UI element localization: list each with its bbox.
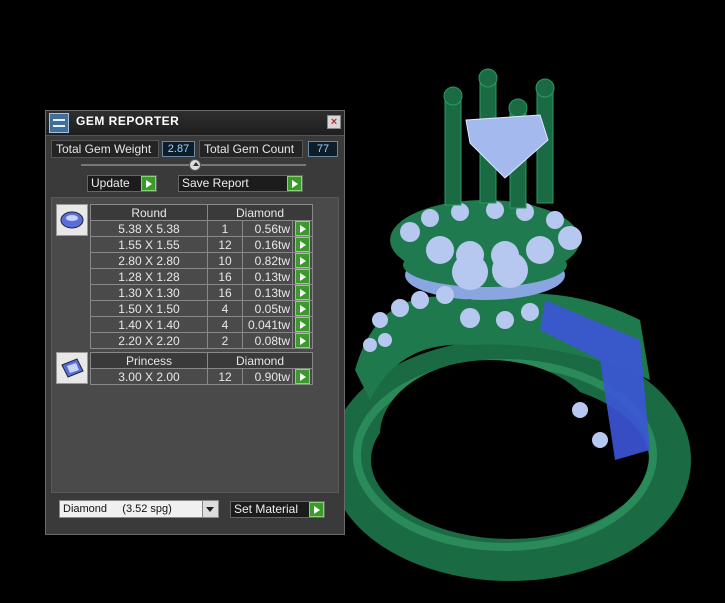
gem-weight: 0.08tw [242,332,293,349]
gem-size: 1.30 X 1.30 [90,284,208,301]
set-material-button-label: Set Material [234,502,299,516]
table-row[interactable]: 1.55 X 1.55 12 0.16tw [90,236,313,253]
princess-gem-icon[interactable] [56,352,88,384]
shape-header: Princess [90,352,208,369]
gem-size: 2.80 X 2.80 [90,252,208,269]
close-button[interactable]: × [327,115,341,129]
save-report-button-label: Save Report [182,176,249,190]
update-button[interactable]: Update [87,175,157,192]
gem-weight: 0.13tw [242,284,293,301]
table-header: Round Diamond [90,204,313,221]
gem-size: 1.40 X 1.40 [90,316,208,333]
total-gem-weight-value: 2.87 [162,141,195,157]
gem-size: 3.00 X 2.00 [90,368,208,385]
shape-header: Round [90,204,208,221]
table-row[interactable]: 2.80 X 2.80 10 0.82tw [90,252,313,269]
panel-splitter-handle[interactable] [189,159,201,171]
table-row[interactable]: 5.38 X 5.38 1 0.56tw [90,220,313,237]
green-play-icon [287,176,302,191]
table-row[interactable]: 2.20 X 2.20 2 0.08tw [90,332,313,349]
gem-weight: 0.90tw [242,368,293,385]
material-select-value: Diamond (3.52 spg) [63,503,172,515]
gem-weight: 0.56tw [242,220,293,237]
gem-size: 1.55 X 1.55 [90,236,208,253]
gem-qty: 12 [207,368,243,385]
gem-weight: 0.16tw [242,236,293,253]
round-gem-icon[interactable] [56,204,88,236]
table-row[interactable]: 1.40 X 1.40 4 0.041tw [90,316,313,333]
select-row-button[interactable] [295,301,310,316]
gem-qty: 12 [207,236,243,253]
total-gem-count-value: 77 [308,141,338,157]
princess-diamond-table: Princess Diamond 3.00 X 2.00 12 0.90tw [90,352,313,385]
material-select[interactable]: Diamond (3.52 spg) [59,500,219,518]
gem-list[interactable]: Round Diamond 5.38 X 5.38 1 0.56tw 1.55 … [51,197,339,493]
gem-reporter-panel: GEM REPORTER × Total Gem Weight 2.87 Tot… [45,110,345,535]
set-material-button[interactable]: Set Material [230,501,325,518]
gem-weight: 0.82tw [242,252,293,269]
select-row-button[interactable] [295,237,310,252]
gem-weight: 0.041tw [242,316,293,333]
gem-weight: 0.13tw [242,268,293,285]
total-gem-count-label: Total Gem Count [199,140,303,158]
gem-size: 1.50 X 1.50 [90,300,208,317]
select-row-button[interactable] [295,333,310,348]
gem-qty: 1 [207,220,243,237]
select-row-button[interactable] [295,369,310,384]
title-bar[interactable]: GEM REPORTER × [46,111,344,136]
save-report-button[interactable]: Save Report [178,175,303,192]
select-row-button[interactable] [295,269,310,284]
green-play-icon [309,502,324,517]
chevron-down-icon[interactable] [202,501,218,517]
gem-qty: 2 [207,332,243,349]
gem-qty: 4 [207,300,243,317]
table-row[interactable]: 3.00 X 2.00 12 0.90tw [90,368,313,385]
table-row[interactable]: 1.28 X 1.28 16 0.13tw [90,268,313,285]
select-row-button[interactable] [295,253,310,268]
table-row[interactable]: 1.30 X 1.30 16 0.13tw [90,284,313,301]
material-header: Diamond [207,204,313,221]
round-diamond-table: Round Diamond 5.38 X 5.38 1 0.56tw 1.55 … [90,204,313,349]
table-header: Princess Diamond [90,352,313,369]
gem-size: 5.38 X 5.38 [90,220,208,237]
total-gem-weight-label: Total Gem Weight [51,140,159,158]
material-header: Diamond [207,352,313,369]
window-title: GEM REPORTER [76,114,180,128]
gem-qty: 10 [207,252,243,269]
gem-size: 1.28 X 1.28 [90,268,208,285]
update-button-label: Update [91,176,130,190]
select-row-button[interactable] [295,221,310,236]
select-row-button[interactable] [295,317,310,332]
green-play-icon [141,176,156,191]
gem-qty: 16 [207,284,243,301]
gem-qty: 16 [207,268,243,285]
gem-reporter-icon [49,113,69,133]
gem-size: 2.20 X 2.20 [90,332,208,349]
gem-weight: 0.05tw [242,300,293,317]
table-row[interactable]: 1.50 X 1.50 4 0.05tw [90,300,313,317]
select-row-button[interactable] [295,285,310,300]
gem-qty: 4 [207,316,243,333]
